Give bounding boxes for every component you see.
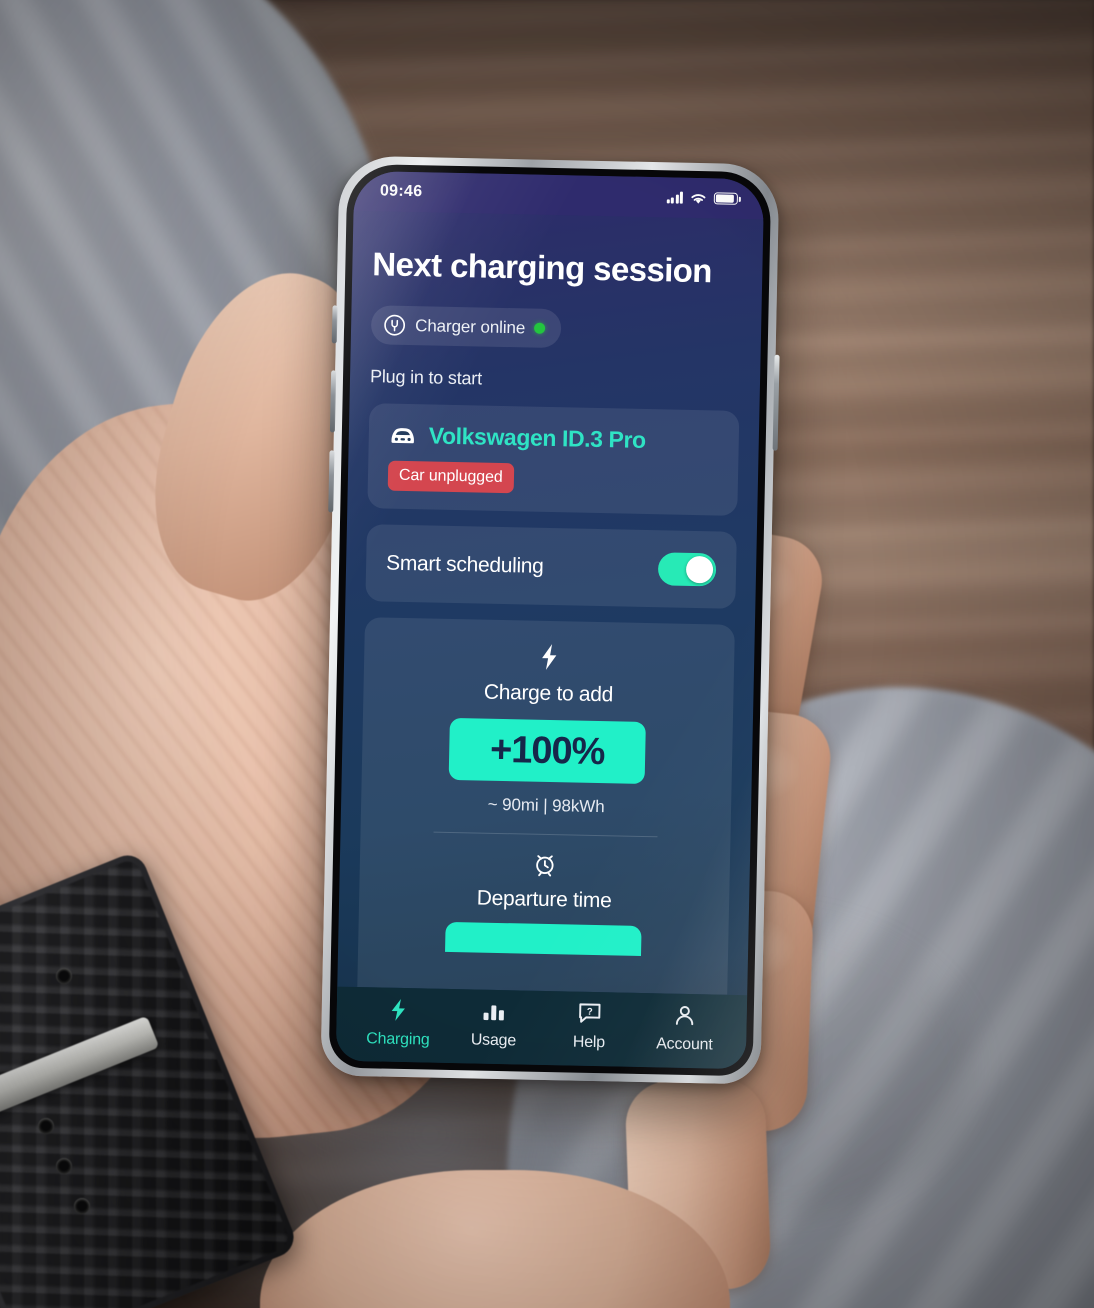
nav-item-charging[interactable]: Charging [350,996,447,1049]
battery-icon [713,192,738,205]
lightning-bolt-icon [388,997,410,1026]
departure-time-section: Departure time [445,849,643,956]
person-icon [674,1004,697,1032]
bottom-navigation-bar: Charging Usage ? Help Account [335,986,748,1070]
charge-to-add-label: Charge to add [483,680,614,707]
charge-settings-card: Charge to add +100% ~ 90mi | 98kWh Depar… [357,617,735,995]
mute-switch[interactable] [331,305,338,344]
smart-scheduling-toggle[interactable] [657,552,717,587]
watch-strap-hole [38,1118,54,1134]
photo-scene: 09:46 Next charging session Charger onli… [0,0,1094,1308]
charger-status-pill[interactable]: Charger online [370,305,562,349]
nav-item-help[interactable]: ? Help [541,1001,638,1053]
lightning-bolt-icon [538,643,561,676]
signal-bars-icon [666,191,683,204]
vehicle-card[interactable]: Volkswagen ID.3 Pro Car unplugged [367,403,740,516]
volume-down-button[interactable] [328,450,335,513]
smart-scheduling-label: Smart scheduling [385,551,544,578]
departure-time-label: Departure time [476,886,612,913]
app-content: Next charging session Charger online Plu… [337,211,763,995]
nav-label-help: Help [572,1033,606,1052]
nav-item-account[interactable]: Account [636,1003,733,1055]
wifi-icon [691,193,706,204]
charge-estimate-text: ~ 90mi | 98kWh [487,794,605,817]
question-speech-bubble-icon: ? [577,1002,602,1030]
nav-item-usage[interactable]: Usage [446,999,543,1050]
volume-up-button[interactable] [329,370,337,433]
phone-bezel: 09:46 Next charging session Charger onli… [328,163,772,1077]
status-badge: Car unplugged [387,460,514,494]
car-icon [391,427,414,443]
watch-strap-hole [56,968,72,984]
departure-time-button[interactable] [445,921,642,956]
watch-strap-hole [56,1158,72,1174]
smart-scheduling-card[interactable]: Smart scheduling [365,524,737,609]
vehicle-name: Volkswagen ID.3 Pro [428,422,647,453]
charger-status-label: Charger online [414,315,526,337]
svg-text:?: ? [586,1007,592,1018]
nav-label-usage: Usage [470,1030,517,1049]
vehicle-row: Volkswagen ID.3 Pro [389,422,719,456]
page-title: Next charging session [372,245,713,290]
nav-label-account: Account [656,1035,713,1054]
alarm-clock-icon [533,851,558,882]
nav-label-charging: Charging [366,1029,430,1049]
charge-amount-button[interactable]: +100% [448,717,646,785]
section-divider [433,831,658,838]
toggle-knob [685,555,714,584]
watch-strap-hole [74,1198,90,1214]
status-icons [666,191,738,205]
status-time: 09:46 [379,182,423,201]
smartphone-device: 09:46 Next charging session Charger onli… [320,155,780,1085]
phone-screen: 09:46 Next charging session Charger onli… [335,170,765,1070]
bar-chart-icon [482,1000,507,1027]
plug-in-subtitle: Plug in to start [369,366,483,389]
online-indicator-dot [534,322,546,334]
charger-plug-icon [384,314,406,336]
